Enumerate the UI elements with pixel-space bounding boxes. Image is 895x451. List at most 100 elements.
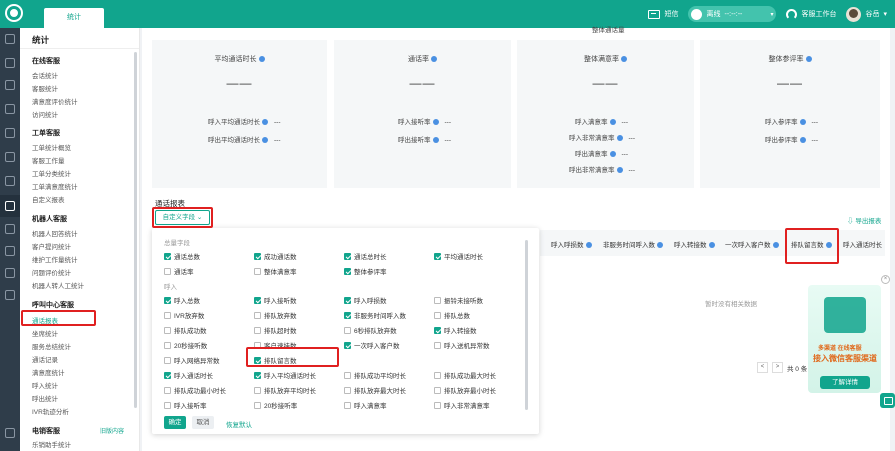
info-icon[interactable] — [616, 135, 623, 142]
bell-icon[interactable] — [5, 246, 15, 256]
field-checkbox-queue-message[interactable]: 排队留言数 — [254, 355, 297, 365]
sidebar-item-robot-transfer[interactable]: 机器人转人工统计 — [32, 280, 84, 290]
sidebar-item-call-records[interactable]: 通话记录 — [32, 354, 58, 364]
sidebar-item-robot-answers[interactable]: 机器人回答统计 — [32, 228, 78, 238]
sidebar-item-visit-stats[interactable]: 访问统计 — [32, 109, 58, 119]
bar-chart-icon[interactable] — [5, 201, 15, 211]
users-icon[interactable] — [5, 152, 15, 162]
field-checkbox[interactable]: 排队放弃最小时长 — [434, 385, 496, 395]
field-checkbox[interactable]: 通话率 — [164, 266, 194, 276]
sidebar-item-outbound-stats[interactable]: 呼出统计 — [32, 393, 58, 403]
app-logo[interactable] — [5, 4, 23, 22]
field-checkbox[interactable]: 平均通话时长 — [434, 251, 483, 261]
field-checkbox[interactable]: 排队放弃最大时长 — [344, 385, 406, 395]
field-checkbox[interactable]: 呼入送机异常数 — [434, 340, 490, 350]
sidebar-item-question-rating[interactable]: 问题评价统计 — [32, 267, 71, 277]
info-icon[interactable] — [825, 242, 832, 249]
field-checkbox[interactable]: 呼入网络异常数 — [164, 355, 220, 365]
field-checkbox[interactable]: 呼入接听率 — [164, 400, 207, 410]
panel-scrollbar[interactable] — [525, 240, 528, 410]
custom-field-button[interactable]: 自定义字段 ⌄ — [155, 210, 210, 225]
info-icon[interactable] — [799, 137, 806, 144]
user-menu[interactable]: 谷岳 ▾ — [846, 6, 887, 22]
workbench-link[interactable]: 客服工作台 — [786, 8, 836, 20]
field-checkbox[interactable]: 一次呼入客户数 — [344, 340, 400, 350]
phone-icon[interactable] — [5, 104, 15, 114]
grid-icon[interactable] — [5, 58, 15, 68]
export-report-link[interactable]: ⇩ 导出报表 — [847, 215, 881, 225]
sidebar-item-maintenance[interactable]: 维护工作量统计 — [32, 254, 78, 264]
chat-icon[interactable] — [5, 128, 15, 138]
sidebar-item-ticket-overview[interactable]: 工单统计概览 — [32, 142, 71, 152]
info-icon[interactable] — [262, 119, 268, 126]
column-header[interactable]: 呼入通话时长 — [843, 239, 882, 249]
info-icon[interactable] — [258, 56, 265, 63]
learn-more-button[interactable]: 了解详情 — [820, 376, 870, 389]
sidebar-group-robot[interactable]: 机器人客服 — [32, 214, 67, 224]
settings-icon[interactable] — [5, 428, 15, 438]
field-checkbox[interactable]: 呼入满意率 — [344, 400, 387, 410]
restore-default-link[interactable]: 恢复默认 — [226, 419, 252, 429]
confirm-button[interactable]: 确定 — [164, 416, 186, 429]
user-icon[interactable] — [5, 290, 15, 300]
sidebar-item-seat-stats[interactable]: 坐席统计 — [32, 328, 58, 338]
info-icon[interactable] — [799, 119, 806, 126]
info-icon[interactable] — [772, 242, 779, 249]
agent-status-toggle[interactable]: 离线 --:--:-- ▾ — [688, 6, 777, 22]
info-icon[interactable] — [609, 119, 616, 126]
sidebar-item-satisfaction-stats[interactable]: 满意度评价统计 — [32, 96, 78, 106]
close-icon[interactable]: × — [881, 275, 890, 284]
field-checkbox[interactable]: 成功通话数 — [254, 251, 297, 261]
gear-icon[interactable] — [5, 224, 15, 234]
sidebar-item-satisfaction[interactable]: 满意度统计 — [32, 367, 65, 377]
sidebar-item-custom-report[interactable]: 自定义报表 — [32, 194, 65, 204]
field-checkbox[interactable]: 排队成功平均时长 — [344, 370, 406, 380]
sidebar-item-inbound-stats[interactable]: 呼入统计 — [32, 380, 58, 390]
field-checkbox[interactable]: 呼入平均通话时长 — [254, 370, 316, 380]
column-header[interactable]: 非服务时间呼入数 — [603, 239, 663, 249]
field-checkbox[interactable]: 通话总数 — [164, 251, 200, 261]
field-checkbox[interactable]: 通话总时长 — [344, 251, 387, 261]
field-checkbox[interactable]: 整体满意率 — [254, 266, 297, 276]
info-icon[interactable] — [432, 119, 439, 126]
document-icon[interactable] — [5, 80, 15, 90]
tab-statistics[interactable]: 统计 — [44, 8, 104, 28]
sidebar-scrollbar[interactable] — [134, 52, 137, 408]
prev-page-button[interactable]: < — [757, 362, 768, 373]
star-icon[interactable] — [5, 268, 15, 278]
info-icon[interactable] — [657, 242, 663, 249]
sidebar-item-call-report[interactable]: 通话报表 — [32, 315, 58, 325]
sms-link[interactable]: 短信 — [648, 9, 678, 19]
info-icon[interactable] — [585, 242, 592, 249]
sidebar-item-sales-helper[interactable]: 乐销助手统计 — [32, 439, 71, 449]
next-page-button[interactable]: > — [772, 362, 783, 373]
field-checkbox[interactable]: 非服务时间呼入数 — [344, 310, 406, 320]
chat-icon[interactable] — [880, 393, 895, 408]
field-checkbox[interactable]: 呼入接听数 — [254, 295, 297, 305]
sidebar-item-agent-stats[interactable]: 客服统计 — [32, 83, 58, 93]
field-checkbox[interactable]: 排队总数 — [434, 310, 470, 320]
field-checkbox[interactable]: 排队放弃数 — [254, 310, 297, 320]
info-icon[interactable] — [708, 242, 715, 249]
sidebar-old-content-link[interactable]: 旧版内容 — [100, 426, 124, 435]
field-checkbox[interactable]: IVR放弃数 — [164, 310, 204, 320]
field-checkbox[interactable]: 20秒接听率 — [254, 400, 297, 410]
sidebar-item-summary-stats[interactable]: 服务总结统计 — [32, 341, 71, 351]
column-header[interactable]: 呼入转接数 — [674, 239, 715, 249]
field-checkbox[interactable]: 呼入通话时长 — [164, 370, 213, 380]
info-icon[interactable] — [262, 137, 268, 144]
info-icon[interactable] — [609, 151, 616, 158]
sidebar-item-ivr-trace[interactable]: IVR轨迹分析 — [32, 406, 69, 416]
field-checkbox[interactable]: 排队超时数 — [254, 325, 297, 335]
column-header[interactable]: 排队留言数 — [791, 239, 832, 249]
field-checkbox[interactable]: 客户速挂数 — [254, 340, 297, 350]
home-icon[interactable] — [5, 34, 15, 44]
field-checkbox[interactable]: 排队成功最大时长 — [434, 370, 496, 380]
field-checkbox[interactable]: 呼入呼损数 — [344, 295, 387, 305]
info-icon[interactable] — [431, 56, 437, 63]
sidebar-item-session-stats[interactable]: 会话统计 — [32, 70, 58, 80]
sidebar-item-workload[interactable]: 客服工作量 — [32, 155, 65, 165]
ticket-icon[interactable] — [5, 176, 15, 186]
column-header[interactable]: 一次呼入客户数 — [725, 239, 779, 249]
sidebar-group-online[interactable]: 在线客服 — [32, 56, 60, 66]
